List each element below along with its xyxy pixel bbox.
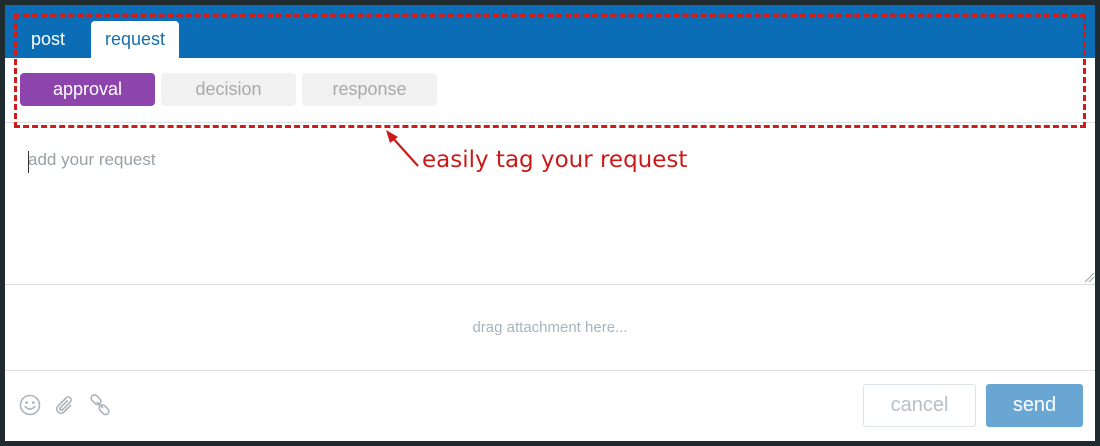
smiley-icon[interactable] (18, 393, 42, 417)
request-composer: post request approval decision response … (5, 5, 1095, 441)
tab-bar: post request (5, 5, 1095, 58)
tab-request[interactable]: request (91, 21, 179, 58)
tag-response[interactable]: response (302, 73, 437, 106)
text-caret (28, 151, 29, 173)
resize-grip-icon[interactable] (1083, 271, 1095, 283)
annotation-label: easily tag your request (422, 147, 688, 173)
tab-post[interactable]: post (31, 21, 65, 58)
attachment-dropzone[interactable]: drag attachment here... (5, 285, 1095, 370)
divider (5, 370, 1095, 371)
paperclip-icon[interactable] (53, 393, 77, 417)
tag-decision[interactable]: decision (161, 73, 296, 106)
link-icon[interactable] (88, 393, 112, 417)
cancel-button[interactable]: cancel (863, 384, 976, 427)
tag-approval[interactable]: approval (20, 73, 155, 106)
send-button[interactable]: send (986, 384, 1083, 427)
